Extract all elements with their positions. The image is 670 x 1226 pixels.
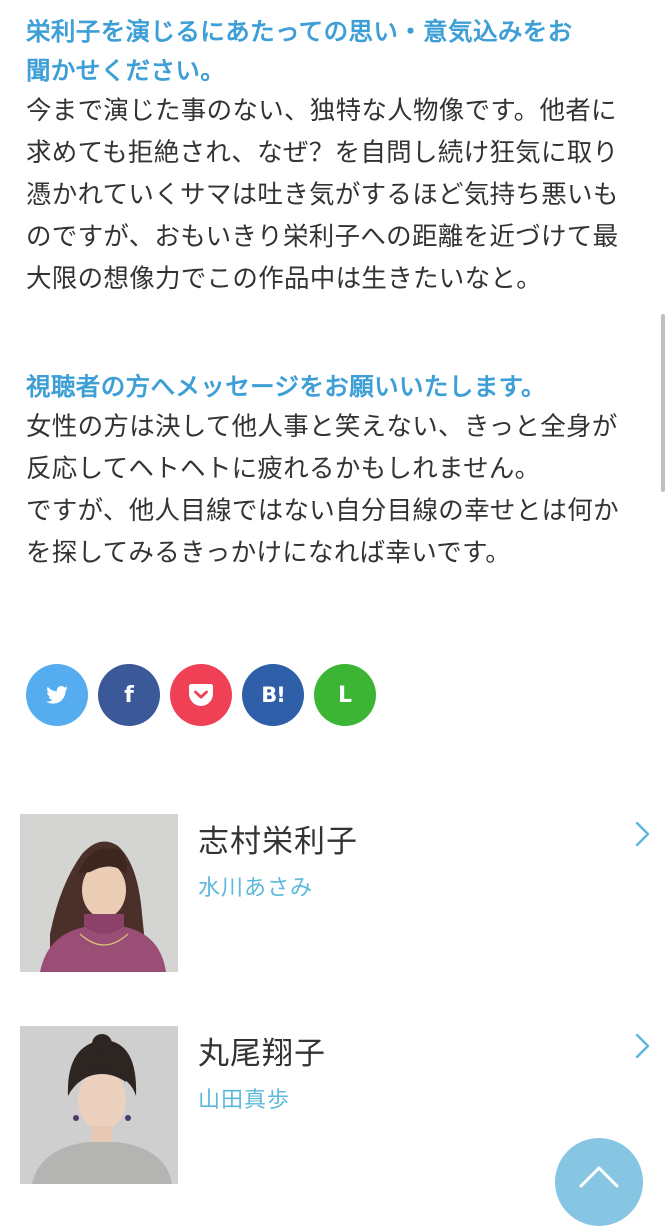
interview-article: 栄利子を演じるにあたっての思い・意気込みをお 聞かせください。 今まで演じた事の…: [26, 12, 646, 568]
qa-block: 栄利子を演じるにあたっての思い・意気込みをお 聞かせください。 今まで演じた事の…: [26, 12, 646, 300]
answer-line: のですが、おもいきり栄利子への距離を近づけて最: [26, 222, 619, 252]
chevron-right-icon: [632, 1032, 654, 1060]
question-heading: 視聴者の方へメッセージをお願いいたします。: [26, 367, 646, 406]
question-line: 聞かせください。: [26, 56, 226, 85]
facebook-icon: f: [124, 682, 134, 708]
facebook-share-button[interactable]: f: [98, 664, 160, 726]
question-heading: 栄利子を演じるにあたっての思い・意気込みをお 聞かせください。: [26, 12, 646, 90]
chevron-up-icon: [577, 1162, 621, 1194]
cast-role-name: 丸尾翔子: [198, 1036, 326, 1072]
question-line: 栄利子を演じるにあたっての思い・意気込みをお: [26, 17, 573, 46]
chevron-right-icon: [632, 820, 654, 848]
answer-line: 女性の方は決して他人事と笑えない、きっと全身が: [26, 412, 618, 442]
pocket-icon: [189, 684, 213, 706]
answer-line: を探してみるきっかけになれば幸いです。: [26, 538, 512, 568]
question-line: 視聴者の方へメッセージをお願いいたします。: [26, 372, 546, 401]
cast-item[interactable]: 志村栄利子 水川あさみ: [20, 814, 660, 972]
answer-line: 反応してヘトヘトに疲れるかもしれません。: [26, 454, 541, 484]
cast-photo: [20, 814, 178, 972]
answer-line: 大限の想像力でこの作品中は生きたいなと。: [26, 264, 543, 294]
cast-photo: [20, 1026, 178, 1184]
cast-role-name: 志村栄利子: [198, 824, 358, 860]
answer-line: ですが、他人目線ではない自分目線の幸せとは何か: [26, 496, 619, 526]
twitter-bird-icon: [46, 686, 68, 704]
back-to-top-button[interactable]: [555, 1138, 643, 1226]
twitter-share-button[interactable]: [26, 664, 88, 726]
pocket-share-button[interactable]: [170, 664, 232, 726]
answer-line: 今まで演じた事のない、独特な人物像です。他者に: [26, 96, 617, 126]
answer-line: 求めても拒絶され、なぜ？を自問し続け狂気に取り: [26, 138, 619, 168]
line-share-button[interactable]: L: [314, 664, 376, 726]
hatena-bookmark-icon: B!: [261, 683, 286, 707]
line-icon: L: [337, 682, 353, 708]
answer-line: 憑かれていくサマは吐き気がするほど気持ち悪いも: [26, 180, 619, 210]
answer-text: 女性の方は決して他人事と笑えない、きっと全身が 反応してヘトヘトに疲れるかもしれ…: [26, 406, 646, 574]
cast-actor-name: 山田真歩: [198, 1088, 291, 1113]
cast-actor-name: 水川あさみ: [198, 876, 314, 901]
hatena-bookmark-share-button[interactable]: B!: [242, 664, 304, 726]
qa-block: 視聴者の方へメッセージをお願いいたします。 女性の方は決して他人事と笑えない、き…: [26, 367, 646, 574]
answer-text: 今まで演じた事のない、独特な人物像です。他者に 求めても拒絶され、なぜ？を自問し…: [26, 90, 646, 300]
scrollbar[interactable]: [661, 314, 665, 492]
